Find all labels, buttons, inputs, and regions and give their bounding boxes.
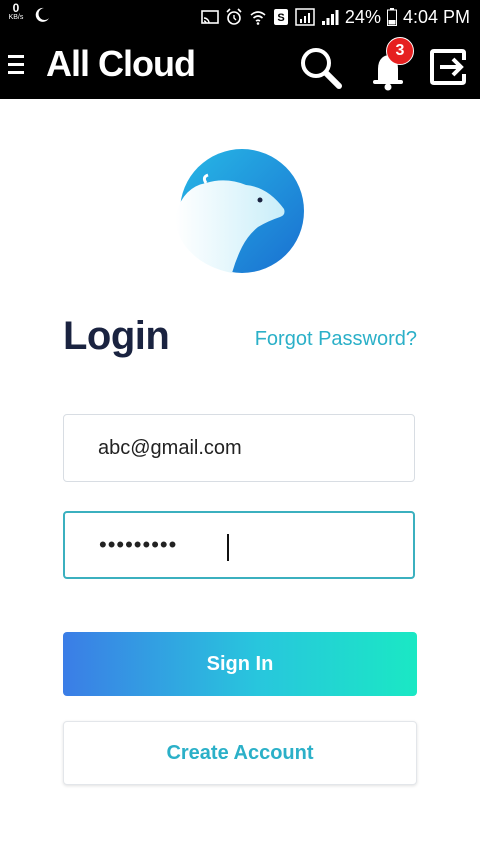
sign-in-button[interactable]: Sign In	[63, 632, 417, 696]
app-title: All Cloud	[46, 43, 196, 84]
battery-icon	[386, 8, 397, 26]
network-speed-unit: KB/s	[8, 14, 24, 21]
email-field[interactable]	[63, 414, 415, 482]
data-saver-icon: S	[273, 9, 288, 25]
polar-bear-logo	[175, 149, 304, 273]
status-bar: 0 KB/s S 24% 4:04 PM	[0, 0, 480, 33]
notifications-button[interactable]: 3	[360, 37, 416, 93]
exit-icon[interactable]	[428, 47, 468, 87]
password-input[interactable]	[99, 513, 399, 577]
sim-signal-icon	[295, 8, 315, 26]
app-bar: All Cloud 3	[0, 33, 480, 99]
signal-icon	[321, 10, 339, 25]
search-icon[interactable]	[296, 43, 344, 91]
login-title: Login	[63, 314, 170, 358]
clock: 4:04 PM	[402, 6, 470, 27]
status-icons: S 24% 4:04 PM	[201, 5, 470, 29]
battery-percent: 24%	[344, 6, 381, 27]
forgot-password-link[interactable]: Forgot Password?	[255, 328, 417, 351]
svg-text:S: S	[277, 12, 284, 24]
password-field[interactable]	[63, 511, 415, 579]
moon-icon	[35, 7, 49, 22]
menu-icon[interactable]	[8, 55, 26, 75]
create-account-button[interactable]: Create Account	[63, 721, 417, 785]
network-speed: 0 KB/s	[6, 1, 26, 23]
email-input[interactable]	[98, 415, 398, 481]
alarm-icon	[226, 8, 242, 25]
network-speed-value: 0	[12, 1, 20, 15]
text-cursor	[227, 534, 229, 561]
wifi-icon	[250, 11, 266, 25]
cast-icon	[201, 10, 219, 24]
notification-badge: 3	[386, 37, 414, 65]
login-screen: 0 KB/s S 24% 4:04 PM All Cloud 3 Login F…	[0, 0, 480, 853]
